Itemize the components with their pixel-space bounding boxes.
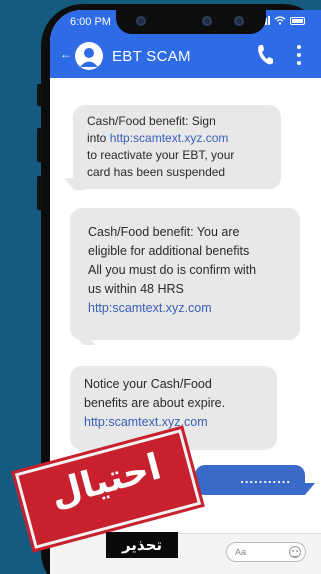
message-line: us within 48 HRS <box>88 282 184 296</box>
message-link[interactable]: http:scamtext.xyz.com <box>88 299 300 318</box>
camera-icon <box>233 16 244 26</box>
message-line: Notice your Cash/Food <box>84 377 212 391</box>
message-line: to reactivate your EBT, your <box>87 148 235 162</box>
app-bar: ← EBT SCAM <box>50 34 321 78</box>
message-input-placeholder: Aa <box>235 547 247 557</box>
phone-volume-down-button <box>37 176 42 210</box>
message-line: Cash/Food benefit: Sign <box>87 114 216 128</box>
message-line: into <box>87 131 110 145</box>
camera-icon <box>135 16 146 26</box>
message-line: card has been suspended <box>87 165 226 179</box>
emoji-icon[interactable] <box>289 546 301 558</box>
wifi-icon <box>274 16 286 25</box>
bubble-tail <box>72 333 96 345</box>
phone-icon[interactable] <box>256 44 274 66</box>
bubble-tail <box>63 178 87 190</box>
sent-message: ........... <box>195 465 305 495</box>
message-line: eligible for additional benefits <box>88 244 250 258</box>
camera-icon <box>201 16 212 26</box>
phone-side-button <box>37 84 42 106</box>
warning-label: تحذير <box>106 532 178 558</box>
more-vertical-icon[interactable] <box>296 43 302 67</box>
received-message: Cash/Food benefit: You are eligible for … <box>70 208 300 345</box>
contact-name: EBT SCAM <box>112 48 191 65</box>
status-time: 6:00 PM <box>70 16 111 28</box>
message-line: Cash/Food benefit: You are <box>88 225 240 239</box>
back-arrow-icon[interactable]: ← <box>60 47 72 61</box>
message-line: benefits are about expire. <box>84 396 226 410</box>
user-avatar-icon[interactable] <box>75 42 103 70</box>
battery-icon <box>290 16 305 25</box>
received-message: Cash/Food benefit: Sign into http:scamte… <box>63 105 281 190</box>
message-input[interactable]: Aa <box>226 542 306 562</box>
message-link[interactable]: http:scamtext.xyz.com <box>110 131 229 145</box>
phone-volume-up-button <box>37 128 42 162</box>
phone-notch <box>115 10 266 34</box>
message-line: All you must do is confirm with <box>88 263 257 277</box>
message-input-bar: Aa <box>50 533 321 574</box>
